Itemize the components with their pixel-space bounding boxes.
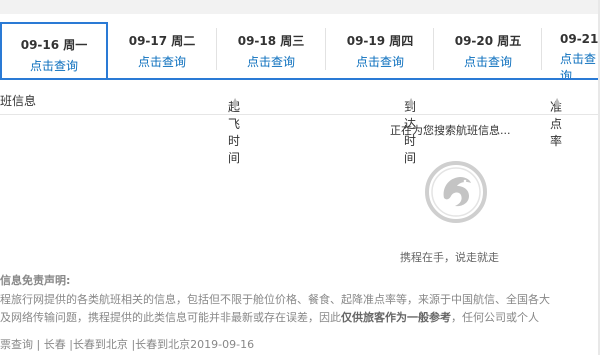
breadcrumb-route-date[interactable]: 长春到北京2019-09-16	[135, 338, 254, 351]
breadcrumb-flight-search[interactable]: 票查询	[0, 338, 33, 351]
breadcrumb-route[interactable]: 长春到北京	[73, 338, 128, 351]
tab-query-link[interactable]: 点击查询	[326, 53, 434, 70]
disclaimer-line-2: 及网络传输问题，携程提供的此类信息可能并非最新或存在误差，因此仅供旅客作为一般参…	[0, 309, 539, 325]
disclaimer-title: 信息免责声明:	[0, 274, 71, 287]
disclaimer-line-2-prefix: 及网络传输问题，携程提供的此类信息可能并非最新或存在误差，因此	[0, 311, 341, 324]
tab-date-label: 09-19 周四	[346, 34, 414, 48]
sort-arrows-icon: ▲ ▼	[232, 96, 239, 110]
searching-status-text: 正在为您搜索航班信息...	[390, 124, 511, 137]
date-tab-0921[interactable]: 09-21 点击查询	[542, 20, 600, 78]
disclaimer-line-1: 程旅行网提供的各类航班相关的信息，包括但不限于舱位价格、餐食、起降准点率等，来源…	[0, 293, 550, 306]
date-tab-0920[interactable]: 09-20 周五 点击查询	[434, 20, 542, 78]
tab-query-link[interactable]: 点击查询	[108, 53, 216, 70]
tab-date-label: 09-21	[560, 32, 599, 46]
sort-arrows-icon: ▲ ▼	[408, 96, 415, 110]
breadcrumb-separator: |	[36, 338, 41, 351]
disclaimer-line-2-suffix: ，任何公司或个人	[451, 311, 539, 324]
ctrip-slogan: 携程在手，说走就走	[400, 251, 499, 264]
breadcrumb: 票查询 | 长春 |长春到北京 |长春到北京2019-09-16	[0, 336, 254, 352]
tab-query-link[interactable]: 点击查询	[560, 50, 600, 78]
date-tab-bar: 09-16 周一 点击查询 09-17 周二 点击查询 09-18 周三 点击查…	[0, 14, 600, 80]
tab-query-link[interactable]: 点击查询	[434, 53, 542, 70]
date-tab-0919[interactable]: 09-19 周四 点击查询	[326, 20, 434, 78]
top-strip	[0, 0, 600, 14]
date-tab-0916[interactable]: 09-16 周一 点击查询	[0, 22, 108, 78]
disclaimer-emphasis: 仅供旅客作为一般参考	[341, 311, 451, 324]
date-tab-0918[interactable]: 09-18 周三 点击查询	[217, 20, 325, 78]
sort-arrows-icon: ▲ ▼	[554, 96, 561, 110]
col-flight-info: 班信息	[0, 94, 37, 108]
dolphin-logo-icon	[424, 160, 488, 224]
flight-table-header: 班信息 起飞时间 ▲ ▼ 到达时间 ▲ ▼ 准点率 ▲ ▼	[0, 86, 600, 165]
tab-query-link[interactable]: 点击查询	[2, 57, 106, 74]
tab-query-link[interactable]: 点击查询	[217, 53, 325, 70]
tab-date-label: 09-16 周一	[20, 38, 88, 52]
tab-date-label: 09-18 周三	[237, 34, 305, 48]
tab-date-label: 09-17 周二	[128, 34, 196, 48]
date-tab-0917[interactable]: 09-17 周二 点击查询	[108, 20, 216, 78]
tab-date-label: 09-20 周五	[454, 34, 522, 48]
breadcrumb-city[interactable]: 长春	[44, 338, 66, 351]
